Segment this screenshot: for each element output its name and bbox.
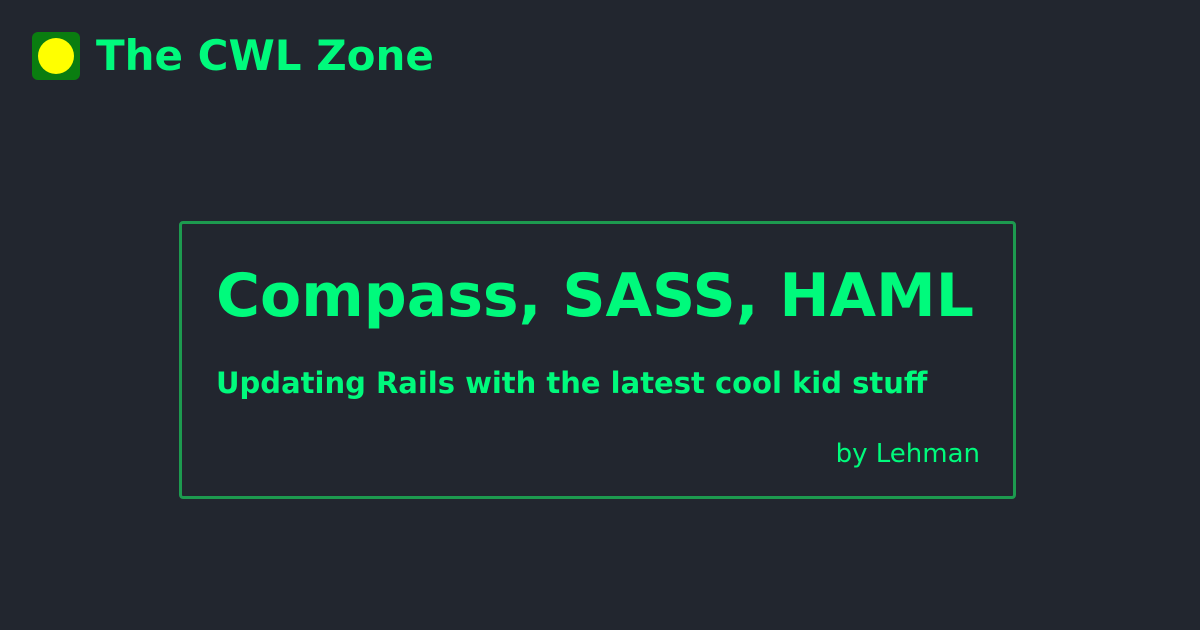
post-card: Compass, SASS, HAML Updating Rails with …: [179, 221, 1016, 499]
post-author: by Lehman: [835, 439, 980, 469]
site-header: The CWL Zone: [32, 32, 434, 80]
post-subtitle: Updating Rails with the latest cool kid …: [216, 366, 928, 400]
yellow-dot-icon: [38, 38, 74, 74]
post-title: Compass, SASS, HAML: [216, 261, 974, 331]
site-logo-icon: [32, 32, 80, 80]
site-title: The CWL Zone: [96, 31, 434, 80]
